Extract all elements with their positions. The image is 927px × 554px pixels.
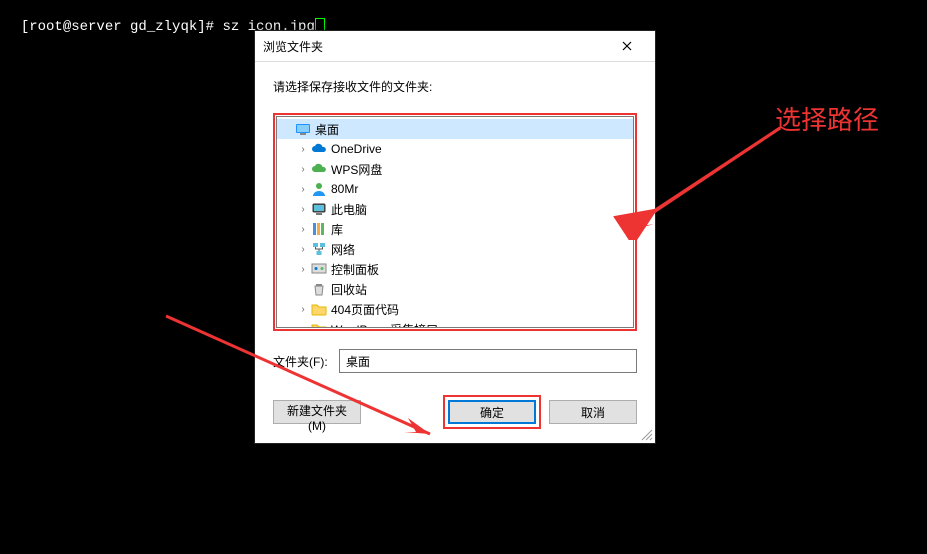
tree-item-label: 桌面 [315,121,339,138]
expander-icon[interactable]: › [297,264,309,275]
tree-item-label: 回收站 [331,281,367,298]
tree-item[interactable]: 桌面 [277,119,633,139]
tree-item-label: 404页面代码 [331,301,399,318]
prompt-text: 请选择保存接收文件的文件夹: [273,78,637,95]
dialog-title: 浏览文件夹 [263,38,607,55]
ok-button[interactable]: 确定 [448,400,536,424]
tree-item-label: 控制面板 [331,261,379,278]
folder-field-input[interactable] [339,349,637,373]
tree-item[interactable]: › 网络 [277,239,633,259]
dialog-body: 请选择保存接收文件的文件夹: 桌面 › OneDrive › WPS网盘 › 80Mr › 此电… [255,62,655,443]
tree-item-label: 网络 [331,241,355,258]
expander-icon[interactable]: › [297,324,309,329]
tree-item[interactable]: › WordPress采集接口 [277,319,633,328]
new-folder-button[interactable]: 新建文件夹(M) [273,400,361,424]
tree-item-label: 80Mr [331,182,358,196]
browse-folder-dialog: 浏览文件夹 请选择保存接收文件的文件夹: 桌面 › OneDrive › WPS网盘 › 8… [254,30,656,444]
expander-icon[interactable]: › [297,204,309,215]
control-icon [311,261,327,277]
pc-icon [311,201,327,217]
close-icon [622,41,632,51]
folder-icon [311,301,327,317]
tree-item[interactable]: › 404页面代码 [277,299,633,319]
tree-item[interactable]: › WPS网盘 [277,159,633,179]
desktop-icon [295,121,311,137]
tree-item-label: OneDrive [331,142,382,156]
annotation-label-1: 选择路径 [775,100,879,137]
tree-item-label: 此电脑 [331,201,367,218]
expander-icon[interactable]: › [297,224,309,235]
tree-item-label: 库 [331,221,343,238]
expander-icon[interactable]: › [297,144,309,155]
expander-icon[interactable]: › [297,304,309,315]
tree-item-label: WPS网盘 [331,161,382,178]
ok-highlight-box: 确定 [443,395,541,429]
folder-icon [311,321,327,328]
tree-item[interactable]: ›库 [277,219,633,239]
tree-item[interactable]: 回收站 [277,279,633,299]
network-icon [311,241,327,257]
tree-highlight-box: 桌面›OneDrive›WPS网盘›80Mr›此电脑›库›网络›控制面板回收站›… [273,113,637,331]
close-button[interactable] [607,32,647,60]
expander-icon[interactable]: › [297,184,309,195]
button-row: 新建文件夹(M) 确定 取消 [273,395,637,429]
onedrive-icon [311,141,327,157]
tree-item-label: WordPress采集接口 [331,321,438,329]
titlebar: 浏览文件夹 [255,31,655,62]
cancel-button[interactable]: 取消 [549,400,637,424]
tree-item[interactable]: › 此电脑 [277,199,633,219]
expander-icon[interactable]: › [297,244,309,255]
user-icon [311,181,327,197]
folder-field-label: 文件夹(F): [273,353,339,370]
resize-grip-icon[interactable] [639,427,653,441]
tree-item[interactable]: › 80Mr [277,179,633,199]
folder-field-row: 文件夹(F): [273,349,637,373]
recycle-icon [311,281,327,297]
library-icon [311,221,327,237]
wps-icon [311,161,327,177]
folder-tree[interactable]: 桌面›OneDrive›WPS网盘›80Mr›此电脑›库›网络›控制面板回收站›… [276,116,634,328]
tree-item[interactable]: › 控制面板 [277,259,633,279]
tree-item[interactable]: › OneDrive [277,139,633,159]
expander-icon[interactable]: › [297,164,309,175]
